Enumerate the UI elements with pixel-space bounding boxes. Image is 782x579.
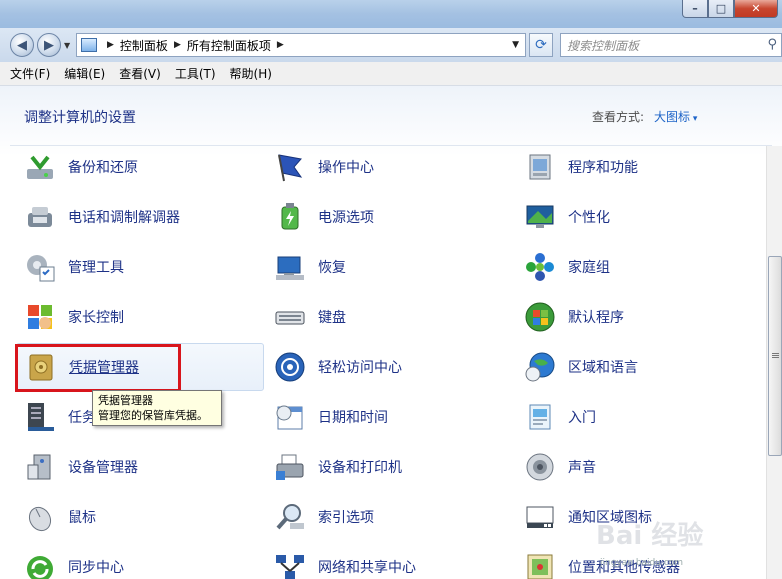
homegroup-icon	[524, 251, 556, 283]
cp-item-keyboard[interactable]: 键盘	[274, 294, 346, 340]
location-sensors-icon	[524, 551, 556, 579]
breadcrumb-control-panel[interactable]: 控制面板	[120, 37, 168, 54]
phone-modem-icon	[24, 201, 56, 233]
forward-arrow-icon: ▶	[44, 37, 54, 53]
globe-clock-icon	[524, 351, 556, 383]
navigation-bar: ◀ ▶ ▼ ▶ 控制面板 ▶ 所有控制面板项 ▶ ▼ ⟳ 搜索控制面板 ⚲	[0, 28, 782, 62]
menu-tools[interactable]: 工具(T)	[175, 65, 216, 82]
programs-features-icon	[524, 151, 556, 183]
parental-controls-icon	[24, 301, 56, 333]
calendar-clock-icon	[274, 401, 306, 433]
search-icon[interactable]: ⚲	[767, 37, 777, 52]
breadcrumb-separator-icon[interactable]: ▶	[107, 40, 114, 50]
address-bar[interactable]: ▶ 控制面板 ▶ 所有控制面板项 ▶ ▼	[76, 33, 526, 57]
watermark-url: jingyan.baidu.com	[600, 558, 684, 568]
tooltip: 凭据管理器 管理您的保管库凭据。	[92, 390, 222, 426]
cp-item-parental-controls[interactable]: 家长控制	[24, 294, 124, 340]
printer-icon	[274, 451, 306, 483]
highlight-box	[15, 344, 181, 392]
cp-item-recovery[interactable]: 恢复	[274, 244, 346, 290]
admin-tools-icon	[24, 251, 56, 283]
title-bar: – □ ✕	[0, 0, 782, 28]
page-title: 调整计算机的设置	[24, 110, 136, 126]
watermark-brand: Bai 经验	[596, 520, 703, 551]
baidu-watermark-logo: Bai 经验	[596, 520, 703, 551]
notification-area-icon	[524, 501, 556, 533]
cp-item-ease-of-access[interactable]: 轻松访问中心	[274, 344, 402, 390]
cp-item-region-language[interactable]: 区域和语言	[524, 344, 638, 390]
cp-item-mouse[interactable]: 鼠标	[24, 494, 96, 540]
vertical-scrollbar[interactable]	[766, 146, 782, 579]
cp-item-programs-features[interactable]: 程序和功能	[524, 144, 638, 190]
view-by-dropdown[interactable]: 大图标	[654, 108, 697, 125]
cp-item-action-center[interactable]: 操作中心	[274, 144, 374, 190]
power-battery-icon	[274, 201, 306, 233]
speaker-icon	[524, 451, 556, 483]
mouse-icon	[24, 501, 56, 533]
cp-item-network-sharing[interactable]: 网络和共享中心	[274, 544, 416, 579]
recovery-icon	[274, 251, 306, 283]
magnifier-icon	[274, 501, 306, 533]
tooltip-title: 凭据管理器	[98, 394, 153, 407]
control-panel-icon	[81, 38, 97, 52]
refresh-icon: ⟳	[535, 37, 547, 53]
network-icon	[274, 551, 306, 579]
breadcrumb-separator-icon[interactable]: ▶	[174, 40, 181, 50]
cp-item-default-programs[interactable]: 默认程序	[524, 294, 624, 340]
search-input[interactable]: 搜索控制面板 ⚲	[560, 33, 782, 57]
cp-item-getting-started[interactable]: 入门	[524, 394, 596, 440]
menu-file[interactable]: 文件(F)	[10, 65, 50, 82]
cp-item-sync-center[interactable]: 同步中心	[24, 544, 124, 579]
sync-center-icon	[24, 551, 56, 579]
backup-restore-icon	[24, 151, 56, 183]
cp-item-devices-printers[interactable]: 设备和打印机	[274, 444, 402, 490]
menu-help[interactable]: 帮助(H)	[230, 65, 272, 82]
device-manager-icon	[24, 451, 56, 483]
search-placeholder: 搜索控制面板	[567, 38, 640, 53]
cp-item-personalization[interactable]: 个性化	[524, 194, 610, 240]
ease-of-access-icon	[274, 351, 306, 383]
cp-item-date-time[interactable]: 日期和时间	[274, 394, 388, 440]
close-button[interactable]: ✕	[734, 0, 778, 18]
menu-bar: 文件(F) 编辑(E) 查看(V) 工具(T) 帮助(H)	[0, 62, 782, 86]
view-by-label: 查看方式:	[592, 110, 645, 124]
action-center-flag-icon	[274, 151, 306, 183]
cp-item-phone-modem[interactable]: 电话和调制解调器	[24, 194, 180, 240]
maximize-button[interactable]: □	[708, 0, 734, 18]
scrollbar-thumb[interactable]	[768, 256, 782, 456]
cp-item-sound[interactable]: 声音	[524, 444, 596, 490]
cp-item-device-manager[interactable]: 设备管理器	[24, 444, 138, 490]
address-dropdown-icon[interactable]: ▼	[512, 40, 519, 50]
recent-pages-dropdown[interactable]: ▼	[64, 41, 70, 50]
tooltip-description: 管理您的保管库凭据。	[98, 409, 208, 422]
refresh-button[interactable]: ⟳	[529, 33, 553, 57]
default-programs-icon	[524, 301, 556, 333]
forward-button[interactable]: ▶	[37, 33, 61, 57]
grip-icon	[772, 353, 779, 354]
back-arrow-icon: ◀	[17, 37, 27, 53]
taskbar-icon	[24, 401, 56, 433]
keyboard-icon	[274, 301, 306, 333]
getting-started-icon	[524, 401, 556, 433]
menu-edit[interactable]: 编辑(E)	[64, 65, 105, 82]
cp-item-admin-tools[interactable]: 管理工具	[24, 244, 124, 290]
cp-item-power-options[interactable]: 电源选项	[274, 194, 374, 240]
cp-item-homegroup[interactable]: 家庭组	[524, 244, 610, 290]
back-button[interactable]: ◀	[10, 33, 34, 57]
personalization-icon	[524, 201, 556, 233]
cp-item-indexing-options[interactable]: 索引选项	[274, 494, 374, 540]
minimize-button[interactable]: –	[682, 0, 708, 18]
breadcrumb-separator-icon[interactable]: ▶	[277, 40, 284, 50]
cp-item-backup-restore[interactable]: 备份和还原	[24, 144, 138, 190]
breadcrumb-all-items[interactable]: 所有控制面板项	[187, 37, 271, 54]
menu-view[interactable]: 查看(V)	[119, 65, 161, 82]
window-controls: – □ ✕	[682, 0, 778, 18]
